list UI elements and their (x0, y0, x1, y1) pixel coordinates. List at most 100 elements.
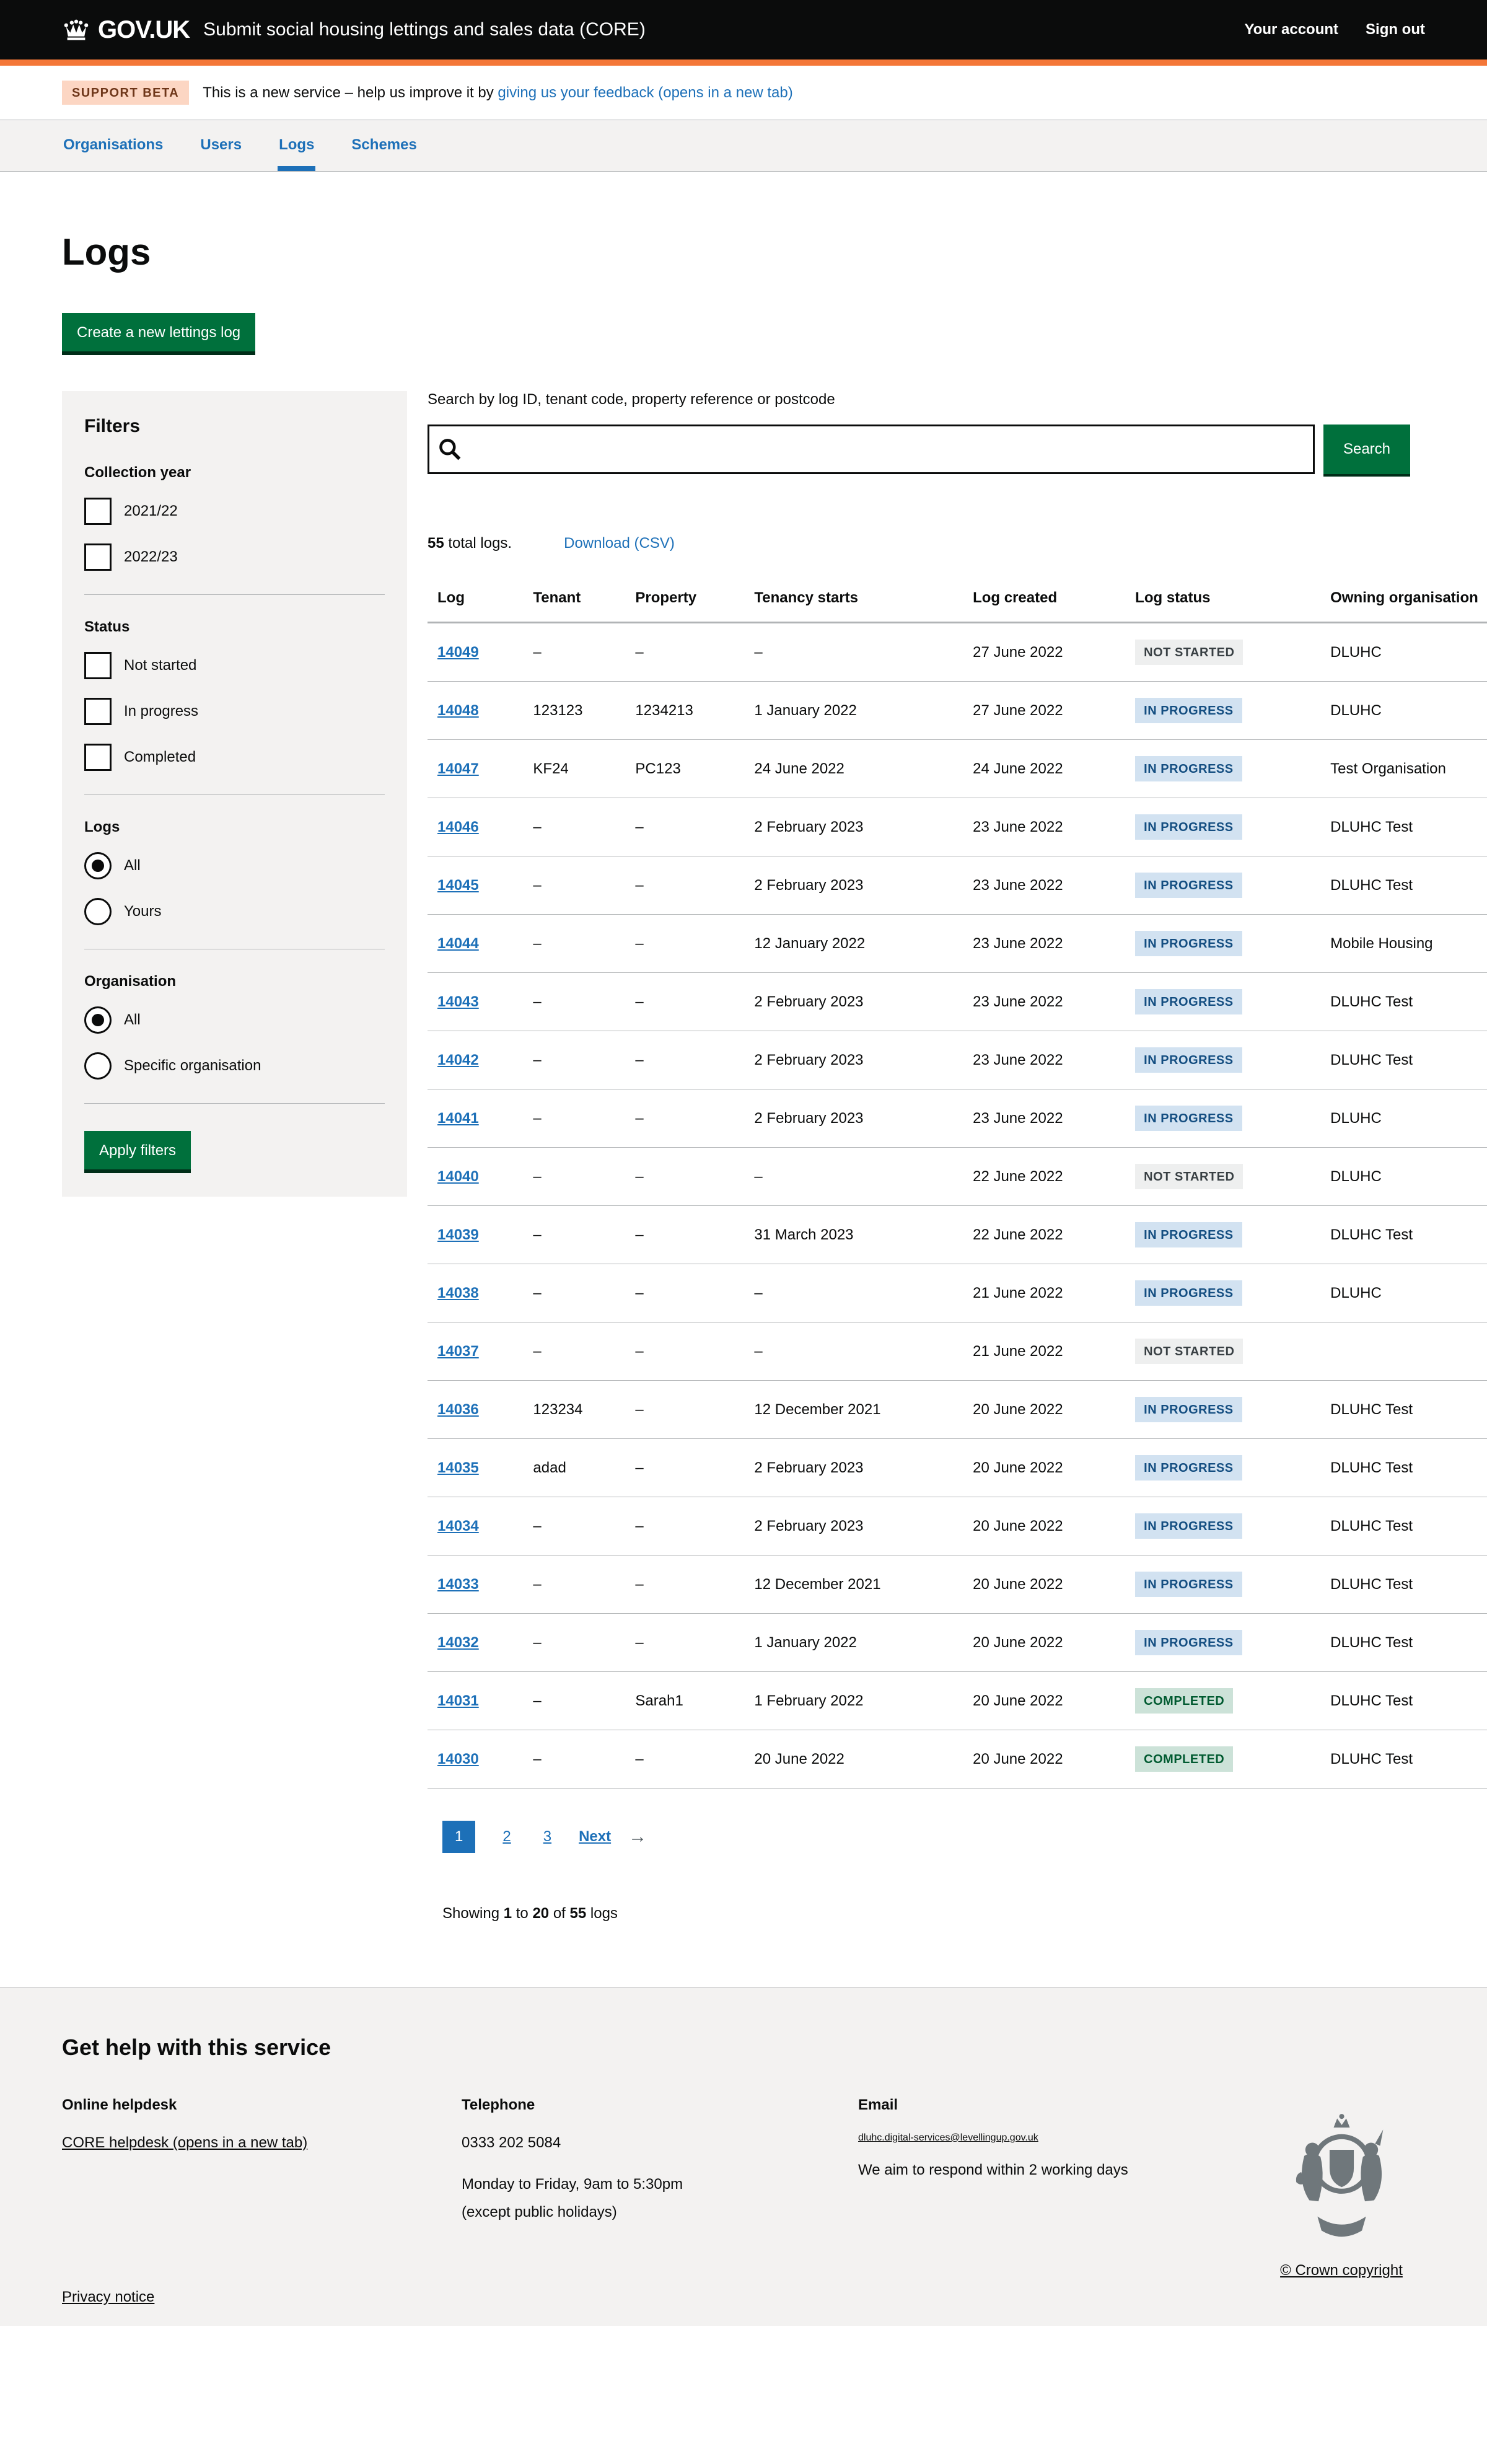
owning-org-cell: DLUHC Test (1330, 1439, 1487, 1497)
create-lettings-log-button[interactable]: Create a new lettings log (62, 313, 255, 351)
filter-divider (84, 1103, 385, 1104)
table-row: 14042 – – 2 February 2023 23 June 2022 I… (428, 1031, 1487, 1089)
radio-control[interactable] (84, 1006, 112, 1034)
your-account-link[interactable]: Your account (1244, 21, 1338, 38)
log-created-cell: 20 June 2022 (973, 1555, 1135, 1614)
radio-control[interactable] (84, 1052, 112, 1080)
checkbox-2021-22[interactable]: 2021/22 (84, 498, 385, 525)
checkbox-box[interactable] (84, 498, 112, 525)
radio-logs-all[interactable]: All (84, 852, 385, 879)
email-link[interactable]: dluhc.digital-services@levellingup.gov.u… (858, 2132, 1038, 2144)
log-link[interactable]: 14033 (437, 1576, 479, 1593)
checkbox-in-progress[interactable]: In progress (84, 698, 385, 725)
checkbox-box[interactable] (84, 744, 112, 771)
tenant-cell: – (533, 1264, 635, 1322)
tenant-cell: – (533, 1730, 635, 1789)
radio-control[interactable] (84, 898, 112, 925)
service-name-link[interactable]: Submit social housing lettings and sales… (203, 19, 646, 40)
log-link[interactable]: 14030 (437, 1751, 479, 1767)
radio-logs-yours[interactable]: Yours (84, 898, 385, 925)
tenancy-starts-cell: 12 December 2021 (754, 1555, 973, 1614)
property-cell: – (635, 1497, 754, 1555)
property-cell: – (635, 1381, 754, 1439)
col-header-tenant: Tenant (533, 577, 635, 623)
log-link[interactable]: 14035 (437, 1459, 479, 1476)
log-link[interactable]: 14040 (437, 1168, 479, 1185)
table-row: 14047 KF24 PC123 24 June 2022 24 June 20… (428, 740, 1487, 798)
page-2-link[interactable]: 2 (498, 1821, 515, 1853)
download-csv-link[interactable]: Download (CSV) (564, 535, 675, 552)
checkbox-box[interactable] (84, 698, 112, 725)
status-badge: IN PROGRESS (1135, 1280, 1242, 1306)
search-row: Search (428, 425, 1487, 474)
radio-organisation-specific[interactable]: Specific organisation (84, 1052, 385, 1080)
log-created-cell: 20 June 2022 (973, 1439, 1135, 1497)
log-link[interactable]: 14048 (437, 702, 479, 719)
nav-item-organisations[interactable]: Organisations (62, 120, 164, 171)
log-link[interactable]: 14036 (437, 1401, 479, 1418)
checkbox-not-started[interactable]: Not started (84, 652, 385, 679)
log-link[interactable]: 14049 (437, 644, 479, 661)
log-link[interactable]: 14037 (437, 1343, 479, 1360)
footer: Get help with this service Online helpde… (0, 1987, 1487, 2326)
tenancy-starts-cell: 20 June 2022 (754, 1730, 973, 1789)
radio-organisation-all[interactable]: All (84, 1006, 385, 1034)
tenancy-starts-cell: – (754, 623, 973, 682)
property-cell: – (635, 1264, 754, 1322)
log-link[interactable]: 14032 (437, 1634, 479, 1651)
search-input[interactable] (428, 425, 1315, 474)
phase-banner-text: This is a new service – help us improve … (203, 84, 793, 102)
log-link[interactable]: 14034 (437, 1518, 479, 1534)
table-row: 14039 – – 31 March 2023 22 June 2022 IN … (428, 1206, 1487, 1264)
checkbox-box[interactable] (84, 652, 112, 679)
pagination: 1 2 3 Next → (442, 1821, 1487, 1853)
property-cell: Sarah1 (635, 1672, 754, 1730)
nav-item-schemes[interactable]: Schemes (350, 120, 418, 171)
apply-filters-button[interactable]: Apply filters (84, 1131, 191, 1169)
next-page-link[interactable]: Next (579, 1828, 611, 1846)
page-3-link[interactable]: 3 (538, 1821, 556, 1853)
filter-group-organisation: Organisation (84, 973, 385, 990)
phase-banner-message: This is a new service – help us improve … (203, 84, 498, 101)
sign-out-link[interactable]: Sign out (1366, 21, 1425, 38)
checkbox-box[interactable] (84, 543, 112, 571)
crest-column: © Crown copyright (1258, 2111, 1425, 2279)
log-link[interactable]: 14044 (437, 935, 479, 952)
tenancy-starts-cell: – (754, 1264, 973, 1322)
log-link[interactable]: 14047 (437, 760, 479, 777)
table-row: 14043 – – 2 February 2023 23 June 2022 I… (428, 973, 1487, 1031)
tenancy-starts-cell: 2 February 2023 (754, 856, 973, 915)
govuk-logo[interactable]: GOV.UK (62, 16, 190, 44)
search-button[interactable]: Search (1323, 425, 1410, 474)
log-link[interactable]: 14038 (437, 1285, 479, 1301)
checkbox-2022-23[interactable]: 2022/23 (84, 543, 385, 571)
tenancy-starts-cell: – (754, 1148, 973, 1206)
crown-copyright-link[interactable]: © Crown copyright (1280, 2262, 1403, 2279)
log-link[interactable]: 14031 (437, 1692, 479, 1709)
privacy-notice-link[interactable]: Privacy notice (62, 2289, 154, 2306)
nav-item-logs[interactable]: Logs (278, 120, 315, 171)
content-grid: Filters Collection year 2021/22 2022/23 … (62, 391, 1487, 1922)
log-link[interactable]: 14043 (437, 993, 479, 1010)
log-link[interactable]: 14039 (437, 1226, 479, 1243)
owning-org-cell: Mobile Housing (1330, 915, 1487, 973)
log-link[interactable]: 14041 (437, 1110, 479, 1127)
log-link[interactable]: 14042 (437, 1052, 479, 1068)
owning-org-cell: DLUHC Test (1330, 1555, 1487, 1614)
telephone-number: 0333 202 5084 (462, 2132, 858, 2154)
owning-org-cell: DLUHC Test (1330, 973, 1487, 1031)
radio-control[interactable] (84, 852, 112, 879)
core-helpdesk-link[interactable]: CORE helpdesk (opens in a new tab) (62, 2134, 307, 2151)
phase-banner: SUPPORT BETA This is a new service – hel… (0, 66, 1487, 120)
checkbox-completed[interactable]: Completed (84, 744, 385, 771)
nav-item-users[interactable]: Users (199, 120, 243, 171)
property-cell: – (635, 1439, 754, 1497)
status-badge: IN PROGRESS (1135, 814, 1242, 840)
log-link[interactable]: 14045 (437, 877, 479, 894)
status-badge: IN PROGRESS (1135, 756, 1242, 781)
log-link[interactable]: 14046 (437, 819, 479, 835)
tenant-cell: – (533, 915, 635, 973)
radio-label: Specific organisation (124, 1057, 261, 1075)
feedback-link[interactable]: giving us your feedback (opens in a new … (498, 84, 792, 101)
page-1-link[interactable]: 1 (442, 1821, 475, 1853)
